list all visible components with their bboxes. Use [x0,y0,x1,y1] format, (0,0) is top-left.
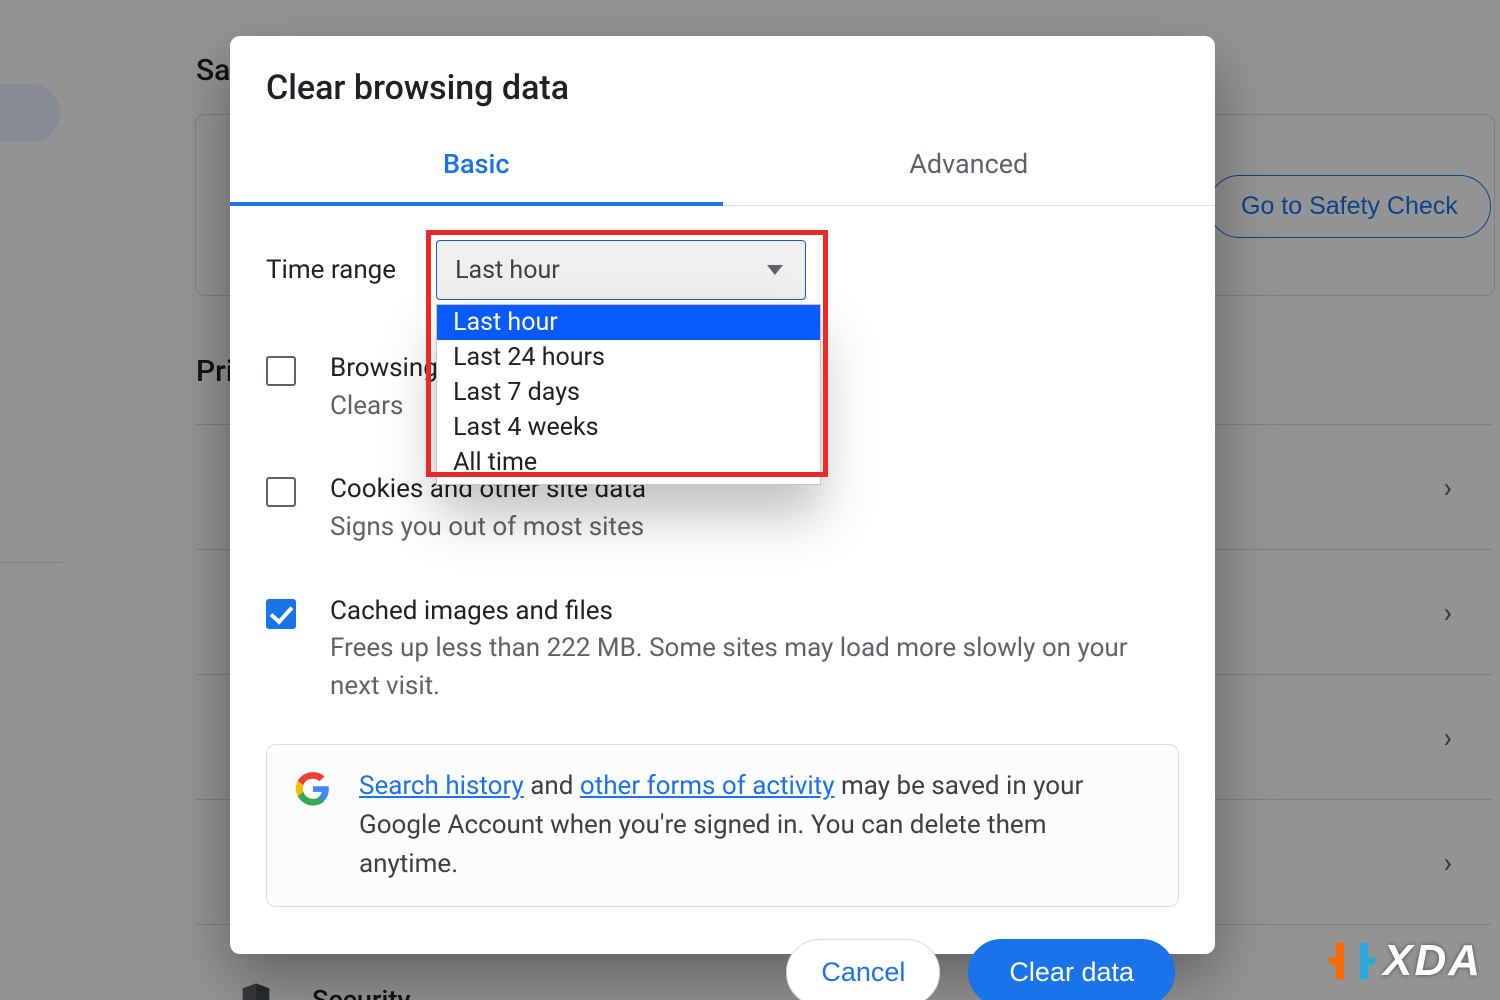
tab-basic[interactable]: Basic [230,128,723,206]
time-range-option-last-24h[interactable]: Last 24 hours [437,340,820,375]
time-range-label: Time range [266,255,396,285]
item-desc: Frees up less than 222 MB. Some sites ma… [330,630,1179,705]
item-desc: Signs you out of most sites [330,509,646,547]
time-range-option-last-4w[interactable]: Last 4 weeks [437,410,820,445]
checkbox-browsing-history[interactable] [266,356,296,386]
xda-watermark-text: XDA [1383,936,1482,986]
clear-data-button[interactable]: Clear data [968,939,1175,1000]
checkbox-cache[interactable] [266,599,296,629]
link-other-activity[interactable]: other forms of activity [580,771,835,801]
dialog-title: Clear browsing data [230,36,1215,128]
notice-text-part: and [524,771,580,801]
google-account-notice: Search history and other forms of activi… [266,744,1179,907]
checkbox-cookies[interactable] [266,477,296,507]
time-range-option-last-hour[interactable]: Last hour [437,305,820,340]
dialog-tabs: Basic Advanced [230,128,1215,206]
cancel-button[interactable]: Cancel [786,939,940,1000]
google-logo-icon [295,771,331,807]
time-range-option-all-time[interactable]: All time [437,445,820,480]
tab-advanced[interactable]: Advanced [723,128,1216,205]
notice-text: Search history and other forms of activi… [359,767,1150,884]
time-range-option-last-7d[interactable]: Last 7 days [437,375,820,410]
dropdown-triangle-icon [767,265,783,275]
clear-browsing-data-dialog: Clear browsing data Basic Advanced Time … [230,36,1215,954]
xda-logo-icon [1329,938,1375,984]
time-range-select[interactable]: Last hour [436,240,806,300]
link-search-history[interactable]: Search history [359,771,524,801]
item-title: Cached images and files [330,593,1179,631]
item-cache: Cached images and files Frees up less th… [266,579,1179,738]
time-range-dropdown: Last hour Last 24 hours Last 7 days Last… [436,304,821,485]
time-range-value: Last hour [455,256,560,285]
xda-watermark: XDA [1329,936,1482,986]
